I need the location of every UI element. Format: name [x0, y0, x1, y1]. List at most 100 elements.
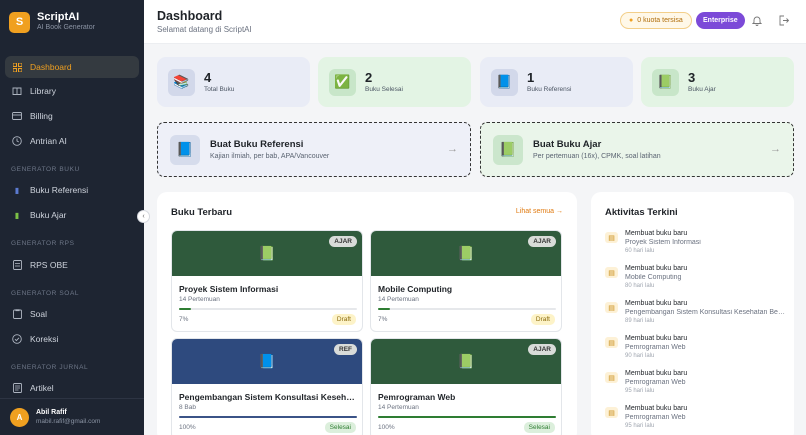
progress-fill	[179, 416, 357, 418]
activity-subject: Pemrograman Web	[625, 344, 686, 351]
book-card[interactable]: 📘 REF Pengembangan Sistem Konsultasi Kes…	[171, 338, 363, 435]
bell-icon[interactable]	[750, 13, 764, 27]
progress-percent: 100%	[378, 424, 395, 431]
sidebar-item-label: Buku Referensi	[30, 185, 89, 195]
section-title-generator-jurnal: GENERATOR JURNAL	[11, 364, 89, 371]
grid-icon	[12, 62, 22, 72]
sidebar-item-label: Buku Ajar	[30, 210, 67, 220]
stat-value: 2	[365, 69, 373, 85]
user-profile[interactable]: A Abil Rafif mabil.rafif@gmail.com	[0, 398, 144, 435]
activity-action: Membuat buku baru	[625, 335, 688, 342]
stat-label: Buku Referensi	[527, 85, 572, 93]
book-icon	[12, 86, 22, 96]
book-tag: REF	[334, 344, 357, 355]
sidebar-item-label: Billing	[30, 111, 53, 121]
progress-bar	[378, 308, 556, 310]
card-icon	[12, 111, 22, 121]
user-email: mabil.rafif@gmail.com	[36, 418, 101, 425]
brand-subtitle: AI Book Generator	[37, 24, 95, 31]
green-book-icon: 📗	[652, 68, 679, 96]
book-meta: 14 Pertemuan	[378, 404, 419, 411]
book-card[interactable]: 📗 AJAR Mobile Computing 14 Pertemuan 7% …	[370, 230, 562, 332]
sidebar-item-dashboard[interactable]: Dashboard	[5, 56, 139, 78]
stat-label: Buku Ajar	[688, 85, 716, 93]
book-tag: AJAR	[528, 344, 556, 355]
book-icon: ▤	[605, 337, 618, 348]
book-meta: 14 Pertemuan	[378, 296, 419, 303]
progress-bar	[179, 416, 357, 418]
brand[interactable]: S ScriptAI AI Book Generator	[9, 11, 95, 33]
panel-title: Buku Terbaru	[171, 207, 233, 218]
status-badge: Draft	[530, 314, 555, 325]
logout-icon[interactable]	[776, 13, 790, 27]
action-title: Buat Buku Ajar	[533, 138, 602, 150]
clipboard-icon	[12, 309, 22, 319]
create-referensi-card[interactable]: 📘 Buat Buku Referensi Kajian ilmiah, per…	[157, 122, 471, 177]
sidebar-item-library[interactable]: Library	[5, 80, 139, 102]
create-ajar-card[interactable]: 📗 Buat Buku Ajar Per pertemuan (16x), CP…	[480, 122, 794, 177]
sidebar-item-buku-referensi[interactable]: ▮ Buku Referensi	[5, 179, 139, 201]
progress-percent: 7%	[378, 316, 388, 323]
action-title: Buat Buku Referensi	[210, 138, 304, 150]
sidebar-item-label: Library	[30, 86, 56, 96]
green-book-icon: ▮	[14, 210, 20, 220]
clock-icon	[12, 136, 22, 146]
blue-book-icon: 📘	[491, 68, 518, 96]
sidebar-item-label: RPS OBE	[30, 260, 68, 270]
book-icon: ▤	[605, 232, 618, 243]
sidebar-item-label: Antrian AI	[30, 136, 67, 146]
arrow-right-icon: →	[447, 143, 458, 155]
see-all-link[interactable]: Lihat semua →	[516, 208, 563, 215]
sidebar-item-rps-obe[interactable]: RPS OBE	[5, 254, 139, 276]
progress-fill	[179, 308, 192, 310]
green-book-icon: 📗	[457, 353, 475, 369]
collapse-sidebar-button[interactable]: ‹	[137, 210, 150, 223]
sidebar-item-label: Dashboard	[30, 62, 72, 72]
action-desc: Per pertemuan (16x), CPMK, soal latihan	[533, 152, 661, 160]
blue-book-icon: ▮	[14, 185, 20, 195]
activity-time: 80 hari lalu	[625, 283, 655, 289]
sidebar-item-soal[interactable]: Soal	[5, 303, 139, 325]
stat-value: 1	[527, 69, 535, 85]
plan-badge[interactable]: Enterprise	[696, 12, 745, 29]
activity-subject: Pemrograman Web	[625, 414, 686, 421]
stat-value: 3	[688, 69, 696, 85]
stat-label: Buku Selesai	[365, 85, 403, 93]
book-cover: 📗 AJAR	[371, 231, 561, 276]
header: Dashboard Selamat datang di ScriptAI ● 0…	[144, 0, 806, 44]
book-tag: AJAR	[528, 236, 556, 247]
recent-books-panel: Buku Terbaru Lihat semua → 📗 AJAR Proyek…	[157, 192, 577, 435]
document-icon	[12, 260, 22, 270]
book-title: Pemrograman Web	[378, 392, 456, 402]
check-circle-icon	[12, 334, 22, 344]
book-cover: 📗 AJAR	[172, 231, 362, 276]
sidebar-item-koreksi[interactable]: Koreksi	[5, 328, 139, 350]
book-card[interactable]: 📗 AJAR Proyek Sistem Informasi 14 Pertem…	[171, 230, 363, 332]
books-icon: 📚	[168, 68, 195, 96]
progress-percent: 7%	[179, 316, 189, 323]
book-title: Mobile Computing	[378, 284, 453, 294]
sidebar-item-buku-ajar[interactable]: ▮ Buku Ajar	[5, 204, 139, 226]
activity-action: Membuat buku baru	[625, 230, 688, 237]
sidebar-item-billing[interactable]: Billing	[5, 105, 139, 127]
quota-badge[interactable]: ● 0 kuota tersisa	[620, 12, 692, 29]
stat-label: Total Buku	[204, 85, 235, 93]
sidebar-item-artikel[interactable]: Artikel	[5, 377, 139, 399]
panel-title: Aktivitas Terkini	[605, 207, 678, 218]
arrow-right-icon: →	[770, 143, 781, 155]
sidebar-item-label: Koreksi	[30, 334, 59, 344]
book-icon: ▤	[605, 267, 618, 278]
book-card[interactable]: 📗 AJAR Pemrograman Web 14 Pertemuan 100%…	[370, 338, 562, 435]
dot-icon: ●	[629, 17, 634, 24]
activity-action: Membuat buku baru	[625, 300, 688, 307]
green-book-icon: 📗	[493, 134, 523, 165]
stat-card-buku-ajar: 📗 3 Buku Ajar	[641, 57, 794, 107]
activity-subject: Mobile Computing	[625, 274, 682, 281]
sidebar-item-antrian-ai[interactable]: Antrian AI	[5, 130, 139, 152]
chevron-left-icon: ‹	[142, 213, 145, 220]
green-book-icon: 📗	[258, 245, 276, 261]
activity-time: 90 hari lalu	[625, 353, 655, 359]
sidebar-item-label: Soal	[30, 309, 48, 319]
article-icon	[12, 383, 22, 393]
stat-card-buku-referensi: 📘 1 Buku Referensi	[480, 57, 633, 107]
